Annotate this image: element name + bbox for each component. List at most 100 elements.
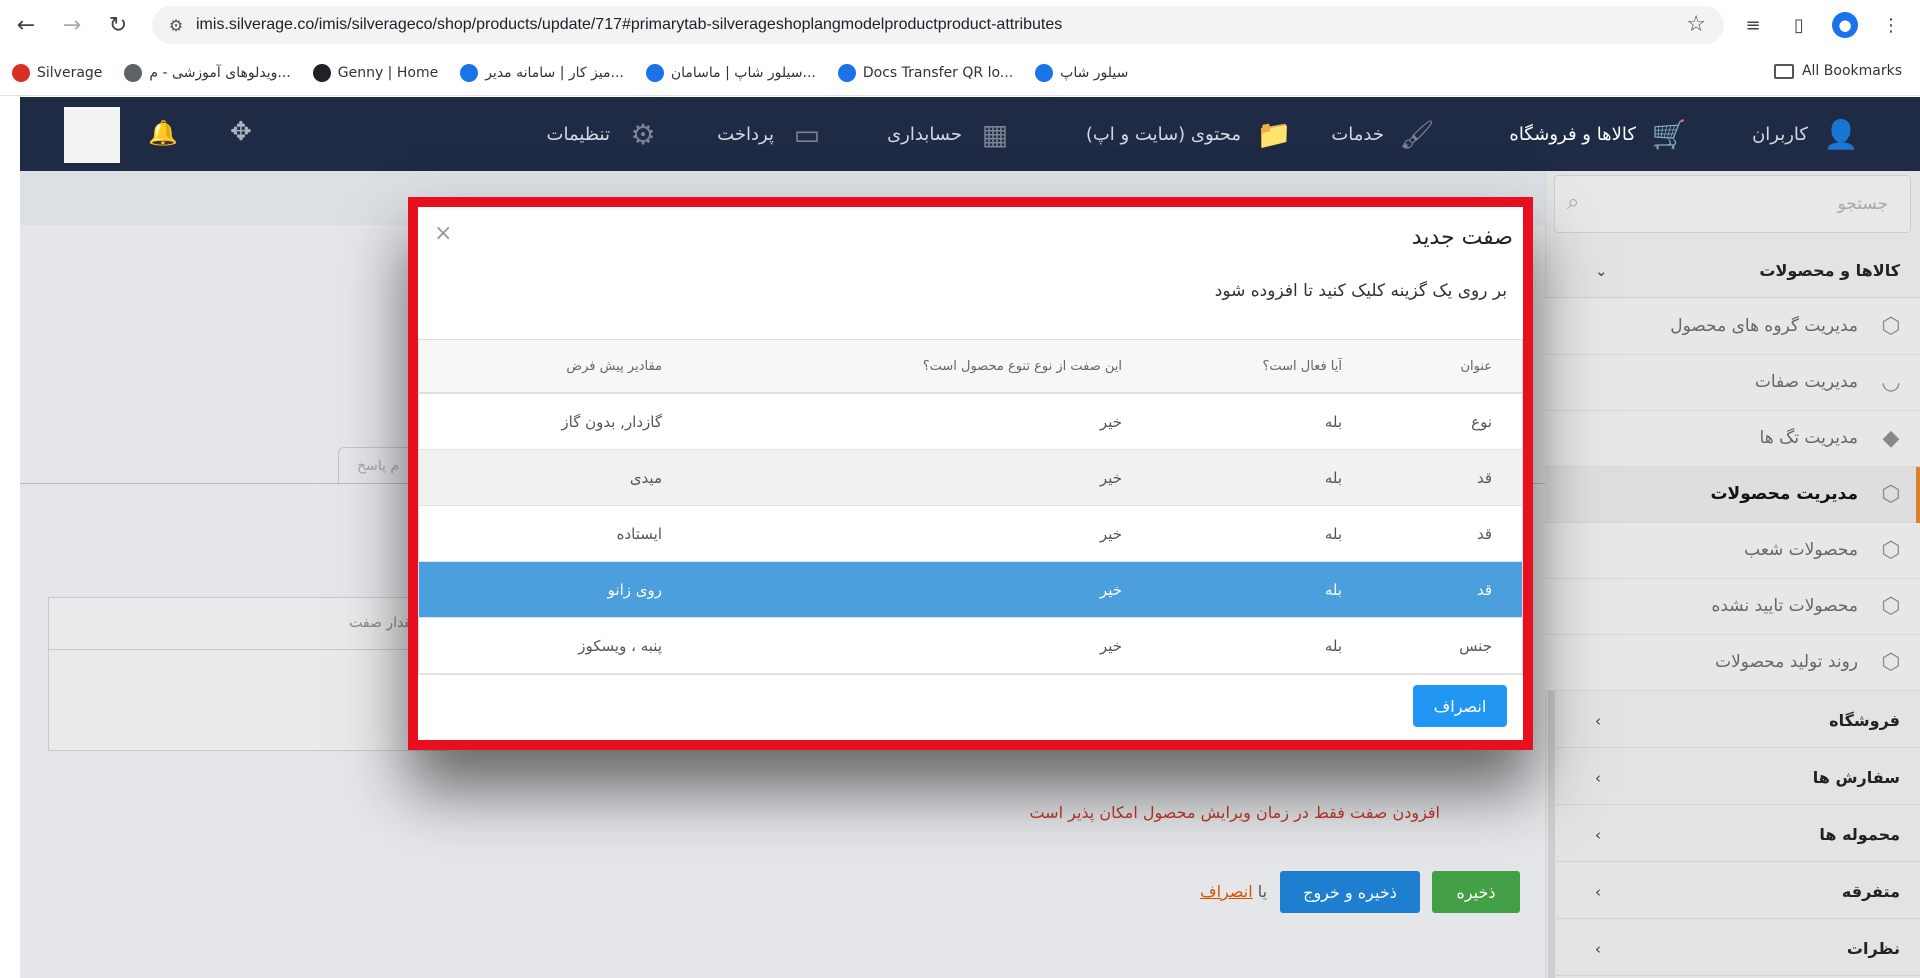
bookmark-label: ویدلوهای آموزشی - م... [149, 64, 291, 81]
cancel-link[interactable]: انصراف [1200, 882, 1253, 901]
or-cancel: یا انصراف [1200, 882, 1267, 901]
all-bookmarks[interactable]: All Bookmarks [1773, 63, 1902, 79]
cell-title: قد [1476, 525, 1492, 543]
box-icon: ⬡ [1881, 593, 1901, 619]
bookmark-item[interactable]: Silverage [12, 63, 103, 82]
table-row[interactable]: قد بله خیر میدی [419, 450, 1522, 506]
bookmark-item[interactable]: سیلور شاپ | ماسامان... [645, 63, 816, 82]
bookmark-item[interactable]: سیلور شاپ [1035, 63, 1129, 82]
sidebar-item-label: محصولات تایید نشده [1711, 596, 1858, 616]
sidebar-item-products[interactable]: مدیریت محصولات ⬡ [1545, 467, 1920, 523]
table-row[interactable]: جنس بله خیر پنبه ، ویسکوز [419, 618, 1522, 674]
address-bar[interactable]: ⚙ imis.silverage.co/imis/silverageco/sho… [152, 6, 1724, 44]
warning-text: افزودن صفت فقط در زمان ویرایش محصول امکا… [1029, 803, 1440, 822]
sidebar-item-production-flow[interactable]: روند تولید محصولات ⬡ [1545, 635, 1920, 691]
sidebar-item-unapproved[interactable]: محصولات تایید نشده ⬡ [1545, 579, 1920, 635]
nav-accounting-label: حسابداری [887, 123, 962, 145]
folder-icon [1773, 63, 1794, 79]
nav-shop[interactable]: کالاها و فروشگاه 🛒 [1509, 115, 1690, 153]
cell-active: بله [1324, 525, 1342, 543]
table-row[interactable]: نوع بله خیر گازدار, بدون گاز [419, 394, 1522, 450]
sidebar-section-misc[interactable]: متفرقه ‹ [1545, 865, 1920, 919]
sidebar-item-branch-products[interactable]: محصولات شعب ⬡ [1545, 523, 1920, 579]
modal-title: صفت جدید [1411, 225, 1513, 250]
cell-defaults: پنبه ، ویسکوز [578, 637, 662, 655]
attributes-list-table: عنوان آیا فعال است؟ این صفت از نوع تنوع … [418, 339, 1523, 675]
save-button[interactable]: ذخیره [1432, 871, 1520, 913]
nav-payment-label: پرداخت [717, 123, 774, 145]
sidebar-item-attributes[interactable]: مدیریت صفات ◡ [1545, 355, 1920, 411]
header-defaults: مقادیر پیش فرض [566, 359, 662, 374]
chevron-left-icon: ‹ [1595, 768, 1601, 787]
nav-users-label: کاربران [1752, 123, 1808, 145]
tag-icon: ◆ [1882, 425, 1900, 451]
side-panel-icon[interactable]: ▯ [1780, 6, 1818, 44]
bookmark-item[interactable]: ویدلوهای آموزشی - م... [124, 63, 291, 82]
bookmark-star-icon[interactable]: ☆ [1686, 12, 1706, 37]
bookmark-favicon-icon [312, 63, 331, 82]
cell-title: جنس [1459, 637, 1492, 655]
site-info-icon[interactable]: ⚙ [160, 16, 192, 35]
profile-button[interactable]: ● [1826, 6, 1864, 44]
search-icon[interactable]: ⌕ [1567, 190, 1579, 215]
cell-defaults: روی زانو [607, 581, 662, 599]
cell-title: نوع [1471, 413, 1492, 431]
header-active: آیا فعال است؟ [1262, 359, 1342, 374]
cell-variant: خیر [1099, 525, 1122, 543]
url-text: imis.silverage.co/imis/silverageco/shop/… [196, 16, 1063, 33]
move-icon[interactable]: ✥ [230, 117, 252, 147]
search-input[interactable]: جستجو ⌕ [1554, 175, 1911, 233]
forward-icon[interactable]: → [52, 5, 92, 45]
bookmark-label: Docs Transfer QR lo... [862, 64, 1014, 81]
bookmark-item[interactable]: Genny | Home [312, 63, 438, 82]
menu-icon[interactable]: ⋮ [1872, 6, 1910, 44]
cancel-button[interactable]: انصراف [1413, 685, 1507, 727]
nav-settings[interactable]: تنظیمات ⚙ [547, 115, 664, 153]
nav-shop-label: کالاها و فروشگاه [1509, 123, 1636, 145]
sidebar-section-label: کالاها و محصولات [1759, 261, 1900, 280]
sidebar-item-label: روند تولید محصولات [1715, 652, 1858, 672]
bookmark-favicon-icon [124, 63, 143, 82]
sidebar-item-product-groups[interactable]: مدیریت گروه های محصول ⬡ [1545, 299, 1920, 355]
nav-accounting[interactable]: حسابداری ▦ [887, 115, 1016, 153]
sidebar-section-shop[interactable]: فروشگاه ‹ [1545, 694, 1920, 748]
back-icon[interactable]: ← [6, 5, 46, 45]
nav-payment[interactable]: پرداخت ▭ [717, 115, 828, 153]
media-icon[interactable]: ≡ [1734, 6, 1772, 44]
table-row[interactable]: قد بله خیر ایستاده [419, 506, 1522, 562]
nav-services-label: خدمات [1331, 123, 1384, 145]
sidebar-item-tags[interactable]: مدیریت تگ ها ◆ [1545, 411, 1920, 467]
bookmark-label: سیلور شاپ | ماسامان... [670, 64, 816, 81]
reload-icon[interactable]: ↻ [98, 5, 138, 45]
sidebar-section-comments[interactable]: نظرات ‹ [1545, 922, 1920, 976]
sidebar-section-orders[interactable]: سفارش ها ‹ [1545, 751, 1920, 805]
bookmark-item[interactable]: میز کار | سامانه مدیر... [460, 63, 624, 82]
sidebar-section-shipments[interactable]: محموله ها ‹ [1545, 808, 1920, 862]
brush-icon: 🖌 [1399, 117, 1435, 151]
user-avatar[interactable] [64, 107, 120, 163]
nav-services[interactable]: خدمات 🖌 [1331, 115, 1438, 153]
cell-defaults: میدی [629, 469, 662, 487]
box-icon: ⬡ [1881, 313, 1901, 339]
sidebar-section-label: محموله ها [1819, 825, 1900, 844]
bookmark-label: Silverage [37, 64, 103, 81]
chevron-left-icon: ‹ [1595, 711, 1601, 730]
cell-defaults: ایستاده [616, 525, 662, 543]
bell-icon[interactable]: 🔔 [148, 119, 178, 147]
profile-avatar-icon: ● [1832, 12, 1858, 38]
nav-users[interactable]: کاربران 👤 [1752, 115, 1862, 153]
bookmark-item[interactable]: Docs Transfer QR lo... [837, 63, 1014, 82]
bookmark-label: سیلور شاپ [1060, 64, 1129, 81]
header-title: عنوان [1460, 359, 1492, 374]
cell-variant: خیر [1099, 469, 1122, 487]
nav-content[interactable]: محتوی (سایت و اپ) 📁 [1086, 115, 1295, 153]
close-icon[interactable]: × [434, 221, 452, 246]
chevron-down-icon: ⌄ [1595, 261, 1608, 280]
folder-icon: 📁 [1256, 117, 1292, 151]
new-attribute-modal: × صفت جدید بر روی یک گزینه کلیک کنید تا … [408, 197, 1533, 750]
cell-active: بله [1324, 581, 1342, 599]
save-exit-button[interactable]: ذخیره و خروج [1280, 871, 1420, 913]
sidebar-section-products[interactable]: کالاها و محصولات ⌄ [1545, 244, 1920, 298]
table-row-selected[interactable]: قد بله خیر روی زانو [419, 562, 1522, 618]
sidebar: جستجو ⌕ کالاها و محصولات ⌄ مدیریت گروه ه… [1545, 171, 1920, 978]
